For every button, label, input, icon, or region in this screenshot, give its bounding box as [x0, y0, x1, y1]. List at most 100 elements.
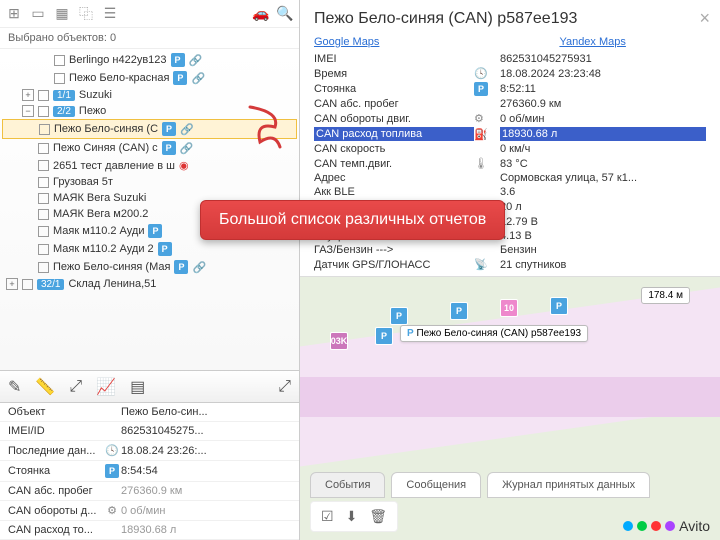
collapse-icon[interactable]: ⊞	[4, 4, 24, 24]
checkbox[interactable]	[38, 160, 49, 171]
annotation-scribble	[240, 102, 290, 152]
tree-label: 2651 тест давление в ш	[53, 160, 175, 172]
parking-badge: P	[162, 122, 176, 136]
link-icon[interactable]: 🔗	[192, 261, 206, 274]
tree-label: Пежо Бело-красная	[69, 72, 169, 84]
expand-icon[interactable]: +	[6, 278, 18, 290]
list-icon[interactable]: ☰	[100, 4, 120, 24]
map-marker[interactable]: P	[550, 297, 568, 315]
tree-label: Пежо Синяя (CAN) с	[53, 142, 158, 154]
map-marker[interactable]: P	[450, 302, 468, 320]
tab-toolbar: ☑ ⬇ 🗑	[310, 501, 398, 532]
detail-row: CAN обороты двиг.⚙0 об/мин	[314, 111, 706, 126]
info-row: CAN абс. пробег276360.9 км	[0, 482, 299, 501]
parking-badge: P	[173, 71, 187, 85]
ruler-icon[interactable]: 📏	[35, 377, 55, 397]
map-marker[interactable]: P	[390, 307, 408, 325]
parking-badge: P	[158, 242, 172, 256]
tree-item[interactable]: +1/1 Suzuki	[2, 87, 297, 103]
parking-badge: P	[148, 224, 162, 238]
tree-label: Suzuki	[79, 89, 112, 101]
download-icon[interactable]: ⬇	[346, 508, 358, 525]
close-icon[interactable]: ×	[699, 8, 710, 29]
tree-label: МАЯК Вега м200.2	[53, 208, 148, 220]
parking-badge: P	[171, 53, 185, 67]
detail-row: СтоянкаP8:52:11	[314, 81, 706, 97]
tab-journal[interactable]: Журнал принятых данных	[487, 472, 650, 498]
pencil-icon[interactable]: ✎	[8, 377, 21, 397]
info-row: CAN обороты д...⚙0 об/мин	[0, 501, 299, 521]
parking-badge: P	[162, 141, 176, 155]
checkbox[interactable]	[39, 124, 50, 135]
car-icon[interactable]: 🚗	[251, 4, 271, 24]
checkbox[interactable]	[22, 279, 33, 290]
tree-label: Пежо Бело-синяя (Мая	[53, 261, 170, 273]
detail-row: CAN расход топлива⛽18930.68 л	[314, 126, 706, 142]
distance-label: 178.4 м	[641, 287, 690, 304]
count-badge: 2/2	[53, 106, 75, 117]
checkbox[interactable]	[38, 177, 49, 188]
copy-icon[interactable]: ⿻	[76, 4, 96, 24]
count-badge: 32/1	[37, 279, 64, 290]
object-info-panel: ОбъектПежо Бело-син...IMEI/ID86253104527…	[0, 402, 299, 540]
tree-label: МАЯК Вега Suzuki	[53, 192, 146, 204]
annotation-callout: Большой список различных отчетов	[200, 200, 505, 240]
tree-item[interactable]: Маяк м110.2 Ауди 2 P	[2, 240, 297, 258]
tree-label: Склад Ленина,51	[68, 278, 156, 290]
expand-icon[interactable]: ⤢	[278, 378, 291, 396]
tree-label: Маяк м110.2 Ауди 2	[53, 243, 154, 255]
checkbox[interactable]	[38, 106, 49, 117]
link-icon[interactable]: 🔗	[189, 54, 203, 67]
yandex-maps-link[interactable]: Yandex Maps	[559, 36, 625, 48]
checkbox[interactable]	[38, 209, 49, 220]
link-icon[interactable]: 🔗	[191, 72, 205, 85]
tree-item[interactable]: Berlingo н422ув123P🔗	[2, 51, 297, 69]
checkbox[interactable]	[38, 244, 49, 255]
polyline-icon[interactable]: ⤢	[69, 378, 82, 396]
tree-item[interactable]: Пежо Бело-красная P 🔗	[2, 69, 297, 87]
checkbox[interactable]	[38, 90, 49, 101]
filter-icon[interactable]: ▤	[130, 377, 145, 397]
map-vehicle-label[interactable]: P Пежо Бело-синяя (CAN) р587ее193	[400, 325, 588, 342]
detail-row: IMEI862531045275931	[314, 52, 706, 66]
checkbox[interactable]	[38, 193, 49, 204]
chart-icon[interactable]: 📈	[96, 377, 116, 397]
detail-row: ГАЗ/Бензин --->Бензин	[314, 243, 706, 257]
checkbox[interactable]	[38, 143, 49, 154]
checkbox[interactable]	[38, 262, 49, 273]
info-row: Последние дан...🕓18.08.24 23:26:...	[0, 441, 299, 461]
panel-title: Пежо Бело-синяя (CAN) р587ее193	[314, 10, 706, 28]
map-marker[interactable]: P	[375, 327, 393, 345]
link-icon[interactable]: 🔗	[180, 142, 194, 155]
checkbox[interactable]	[38, 226, 49, 237]
search-icon[interactable]: 🔍	[275, 4, 295, 24]
bottom-tabs: События Сообщения Журнал принятых данных	[310, 472, 650, 498]
expand-icon[interactable]: −	[22, 105, 34, 117]
checkbox[interactable]	[54, 73, 65, 84]
detail-row: Акк BLE3.6	[314, 185, 706, 199]
detail-row: CAN темп.двиг.🌡83 °C	[314, 156, 706, 171]
detail-row: CAN абс. пробег276360.9 км	[314, 97, 706, 111]
avito-watermark: Avito	[623, 518, 710, 534]
link-icon[interactable]: 🔗	[180, 123, 194, 136]
expand-icon[interactable]: +	[22, 89, 34, 101]
tree-label: Грузовая 5т	[53, 176, 113, 188]
info-row: СтоянкаP8:54:54	[0, 461, 299, 482]
google-maps-link[interactable]: Google Maps	[314, 36, 379, 48]
layers-icon[interactable]: ▭	[28, 4, 48, 24]
tree-item[interactable]: Пежо Бело-синяя (МаяP🔗	[2, 258, 297, 276]
tree-label: Пежо Бело-синяя (C	[54, 123, 158, 135]
count-badge: 1/1	[53, 90, 75, 101]
trash-icon[interactable]: 🗑	[369, 508, 387, 525]
checkbox[interactable]	[54, 55, 65, 66]
tab-events[interactable]: События	[310, 472, 385, 498]
tree-item[interactable]: Грузовая 5т	[2, 174, 297, 190]
check-icon[interactable]: ☑	[321, 508, 334, 525]
tree-item[interactable]: +32/1 Склад Ленина,51	[2, 276, 297, 292]
selection-count: Выбрано объектов: 0	[0, 28, 299, 49]
tree-item[interactable]: 2651 тест давление в ш ◉	[2, 157, 297, 174]
tire-icon: ◉	[179, 159, 189, 172]
tab-messages[interactable]: Сообщения	[391, 472, 481, 498]
grid-icon[interactable]: ▦	[52, 4, 72, 24]
detail-row: CAN скорость0 км/ч	[314, 142, 706, 156]
